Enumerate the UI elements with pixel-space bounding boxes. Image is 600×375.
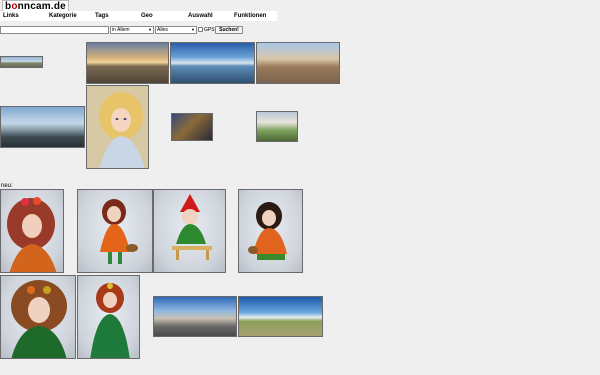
search-button[interactable]: Suchen! xyxy=(215,26,243,34)
gps-checkbox[interactable] xyxy=(198,27,203,32)
thumbnail-panorama-sunset-square[interactable] xyxy=(86,42,169,84)
menu-tags[interactable]: Tags xyxy=(95,11,109,21)
thumbnail-doll-green-dress-curly[interactable] xyxy=(0,275,76,359)
doll-illustration xyxy=(87,86,148,168)
thumbnail-panorama-fisheye-lake[interactable] xyxy=(0,106,85,148)
doll-illustration xyxy=(90,283,130,358)
thumbnail-panorama-strip[interactable] xyxy=(0,56,43,68)
thumbnail-doll-red-hat-bench[interactable] xyxy=(153,189,226,273)
thumbnail-panorama-meadow-sky[interactable] xyxy=(238,296,323,337)
thumbnail-photo-dark-interior[interactable] xyxy=(171,113,213,141)
thumbnail-photo-garden-house[interactable] xyxy=(256,111,298,142)
menu-funktionen[interactable]: Funktionen xyxy=(234,11,266,21)
main-menu: Links Kategorie Tags Geo Auswahl Funktio… xyxy=(0,11,277,21)
thumbnail-doll-red-curly-flower[interactable] xyxy=(0,189,64,273)
menu-kategorie[interactable]: Kategorie xyxy=(49,11,77,21)
doll-illustration xyxy=(100,199,138,264)
filter-select[interactable]: Alles ▼ xyxy=(155,26,197,34)
thumbnail-panorama-harbor-sea[interactable] xyxy=(170,42,255,84)
thumbnail-panorama-village-street[interactable] xyxy=(153,296,237,337)
menu-auswahl[interactable]: Auswahl xyxy=(188,11,213,21)
thumbnail-panorama-old-town-street[interactable] xyxy=(256,42,340,84)
search-input[interactable] xyxy=(0,26,109,34)
doll-illustration xyxy=(11,280,67,358)
thumbnail-doll-green-dress-red[interactable] xyxy=(77,275,140,359)
doll-illustration xyxy=(248,202,287,260)
doll-illustration xyxy=(172,194,212,260)
thumbnail-doll-orange-basket[interactable] xyxy=(77,189,153,273)
chevron-down-icon: ▼ xyxy=(148,27,152,32)
scope-select[interactable]: in Allem ▼ xyxy=(110,26,154,34)
gps-label: GPS xyxy=(204,27,215,33)
thumbnail-doll-dark-hair-basket[interactable] xyxy=(238,189,303,273)
doll-illustration xyxy=(7,197,57,272)
filter-select-value: Alles xyxy=(157,27,168,33)
menu-links[interactable]: Links xyxy=(3,11,19,21)
chevron-down-icon: ▼ xyxy=(191,27,195,32)
menu-geo[interactable]: Geo xyxy=(141,11,153,21)
thumbnail-doll-blonde-fairy[interactable] xyxy=(86,85,149,169)
scope-select-value: in Allem xyxy=(112,27,130,33)
